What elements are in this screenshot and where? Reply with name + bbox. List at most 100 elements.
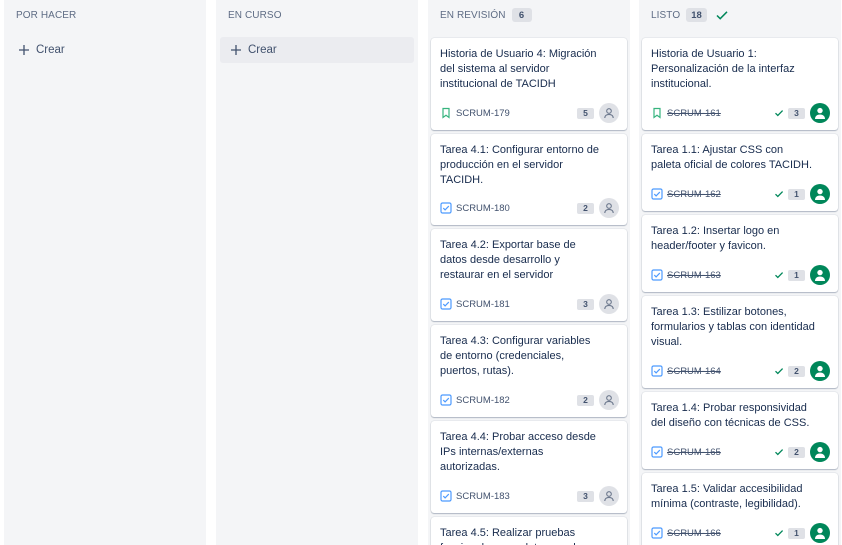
- done-check-icon: [774, 447, 784, 457]
- card-footer: SCRUM-161 3: [651, 102, 830, 124]
- assignee-avatar[interactable]: [599, 198, 619, 218]
- card-footer: SCRUM-163 1: [651, 264, 830, 286]
- story-points-badge: 2: [788, 446, 805, 458]
- story-points-badge: 3: [788, 107, 805, 119]
- card-title: Tarea 1.1: Ajustar CSS con paleta oficia…: [651, 144, 812, 172]
- card-footer: SCRUM-179 5: [440, 102, 619, 124]
- card-title: Tarea 1.4: Probar responsividad del dise…: [651, 402, 810, 430]
- issue-card-scrum-179[interactable]: Historia de Usuario 4: Migración del sis…: [431, 38, 627, 130]
- issue-card-scrum-161[interactable]: Historia de Usuario 1: Personalización d…: [642, 38, 838, 130]
- story-icon: [440, 107, 452, 119]
- plus-icon: [18, 44, 30, 56]
- column-title: POR HACER: [16, 9, 77, 21]
- create-label: Crear: [36, 44, 65, 56]
- column-count-badge: 6: [511, 8, 532, 22]
- task-icon: [651, 365, 663, 377]
- card-title: Historia de Usuario 1: Personalización d…: [651, 48, 795, 91]
- column-en-curso: EN CURSO Crear: [216, 0, 418, 545]
- done-check-icon: [774, 366, 784, 376]
- story-points-badge: 2: [577, 394, 594, 406]
- done-check-icon: [774, 189, 784, 199]
- issue-key[interactable]: SCRUM-180: [456, 203, 510, 214]
- story-points-badge: 3: [577, 298, 594, 310]
- task-icon: [440, 202, 452, 214]
- task-icon: [440, 298, 452, 310]
- assignee-avatar[interactable]: [810, 265, 830, 285]
- issue-card-scrum-182[interactable]: Tarea 4.3: Configurar variables de entor…: [431, 325, 627, 417]
- card-title: Historia de Usuario 4: Migración del sis…: [440, 48, 597, 91]
- card-footer: SCRUM-180 2: [440, 197, 619, 219]
- card-footer: SCRUM-166 1: [651, 522, 830, 544]
- issue-key[interactable]: SCRUM-164: [667, 366, 721, 377]
- story-points-badge: 5: [577, 107, 594, 119]
- card-title: Tarea 1.2: Insertar logo en header/foote…: [651, 225, 780, 253]
- issue-key[interactable]: SCRUM-183: [456, 491, 510, 502]
- column-count-badge: 18: [686, 8, 707, 22]
- column-header: LISTO 18: [639, 0, 841, 30]
- assignee-avatar[interactable]: [599, 294, 619, 314]
- kanban-board: POR HACER Crear EN CURSO Crear EN REVISI…: [0, 0, 842, 545]
- issue-key[interactable]: SCRUM-165: [667, 447, 721, 458]
- story-points-badge: 1: [788, 527, 805, 539]
- assignee-avatar[interactable]: [810, 523, 830, 543]
- column-por-hacer: POR HACER Crear: [4, 0, 206, 545]
- card-footer: SCRUM-164 2: [651, 360, 830, 382]
- assignee-avatar[interactable]: [599, 103, 619, 123]
- task-icon: [651, 188, 663, 200]
- issue-card-scrum-181[interactable]: Tarea 4.2: Exportar base de datos desde …: [431, 229, 627, 321]
- column-title: LISTO: [651, 9, 681, 21]
- issue-card-scrum-180[interactable]: Tarea 4.1: Configurar entorno de producc…: [431, 134, 627, 225]
- task-icon: [440, 490, 452, 502]
- card-title: Tarea 1.3: Estilizar botones, formulario…: [651, 306, 815, 349]
- assignee-avatar[interactable]: [599, 390, 619, 410]
- issue-key[interactable]: SCRUM-181: [456, 299, 510, 310]
- issue-key[interactable]: SCRUM-162: [667, 189, 721, 200]
- column-header: POR HACER: [4, 0, 206, 30]
- column-title: EN CURSO: [228, 9, 282, 21]
- create-label: Crear: [248, 44, 277, 56]
- column-en-revision: EN REVISIÓN 6 Historia de Usuario 4: Mig…: [428, 0, 630, 545]
- checkmark-icon: [715, 8, 729, 22]
- story-icon: [651, 107, 663, 119]
- create-issue-button[interactable]: Crear: [220, 37, 414, 63]
- issue-key[interactable]: SCRUM-163: [667, 270, 721, 281]
- issue-key[interactable]: SCRUM-179: [456, 108, 510, 119]
- assignee-avatar[interactable]: [810, 361, 830, 381]
- issue-card-scrum-165[interactable]: Tarea 1.4: Probar responsividad del dise…: [642, 392, 838, 469]
- column-title: EN REVISIÓN: [440, 9, 506, 21]
- story-points-badge: 2: [577, 202, 594, 214]
- story-points-badge: 1: [788, 269, 805, 281]
- assignee-avatar[interactable]: [599, 486, 619, 506]
- task-icon: [440, 394, 452, 406]
- card-footer: SCRUM-162 1: [651, 183, 830, 205]
- done-check-icon: [774, 528, 784, 538]
- assignee-avatar[interactable]: [810, 442, 830, 462]
- card-title: Tarea 1.5: Validar accesibilidad mínima …: [651, 483, 803, 511]
- assignee-avatar[interactable]: [810, 103, 830, 123]
- column-listo: LISTO 18 Historia de Usuario 1: Personal…: [639, 0, 841, 545]
- issue-card-scrum-166[interactable]: Tarea 1.5: Validar accesibilidad mínima …: [642, 473, 838, 545]
- issue-card-partial[interactable]: Tarea 4.5: Realizar pruebas funcionales …: [431, 517, 627, 545]
- story-points-badge: 2: [788, 365, 805, 377]
- issue-key[interactable]: SCRUM-161: [667, 108, 721, 119]
- card-footer: SCRUM-183 3: [440, 485, 619, 507]
- issue-card-scrum-164[interactable]: Tarea 1.3: Estilizar botones, formulario…: [642, 296, 838, 388]
- done-check-icon: [774, 108, 784, 118]
- done-check-icon: [774, 270, 784, 280]
- story-points-badge: 3: [577, 490, 594, 502]
- issue-key[interactable]: SCRUM-182: [456, 395, 510, 406]
- card-title: Tarea 4.2: Exportar base de datos desde …: [440, 239, 576, 282]
- card-footer: SCRUM-165 2: [651, 441, 830, 463]
- issue-card-scrum-163[interactable]: Tarea 1.2: Insertar logo en header/foote…: [642, 215, 838, 292]
- issue-key[interactable]: SCRUM-166: [667, 528, 721, 539]
- create-issue-button[interactable]: Crear: [8, 37, 202, 63]
- task-icon: [651, 269, 663, 281]
- card-title: Tarea 4.4: Probar acceso desde IPs inter…: [440, 431, 596, 474]
- issue-card-scrum-162[interactable]: Tarea 1.1: Ajustar CSS con paleta oficia…: [642, 134, 838, 211]
- task-icon: [651, 527, 663, 539]
- issue-card-scrum-183[interactable]: Tarea 4.4: Probar acceso desde IPs inter…: [431, 421, 627, 513]
- assignee-avatar[interactable]: [810, 184, 830, 204]
- story-points-badge: 1: [788, 188, 805, 200]
- card-title: Tarea 4.5: Realizar pruebas funcionales …: [440, 527, 576, 545]
- plus-icon: [230, 44, 242, 56]
